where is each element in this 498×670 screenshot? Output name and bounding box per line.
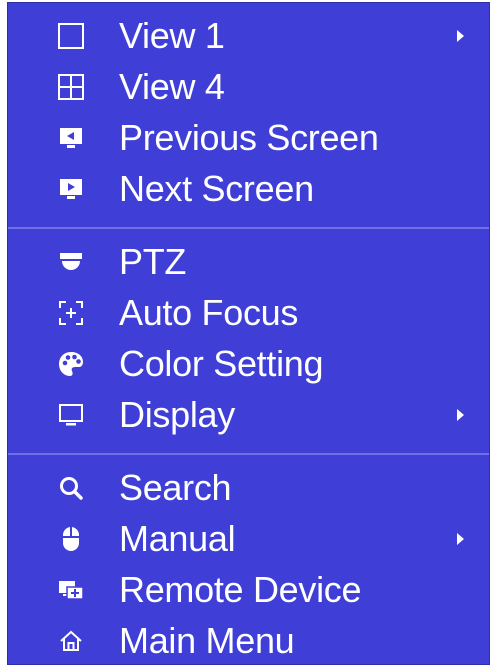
menu-group-camera: PTZ Auto Focus Color Setting Display — [8, 236, 489, 440]
home-icon — [57, 627, 85, 655]
menu-item-label: PTZ — [119, 240, 187, 282]
context-menu: View 1 View 4 Previous Screen Next Scree… — [7, 2, 490, 665]
submenu-arrow-icon — [457, 532, 464, 545]
auto-focus-icon — [57, 299, 85, 327]
menu-item-label: Search — [119, 466, 232, 508]
menu-item-label: View 1 — [119, 14, 225, 56]
menu-item-search[interactable]: Search — [8, 462, 489, 513]
previous-screen-icon — [57, 124, 85, 152]
menu-item-view-1[interactable]: View 1 — [8, 10, 489, 61]
menu-item-label: Manual — [119, 517, 236, 559]
menu-divider — [8, 453, 489, 455]
submenu-arrow-icon — [457, 29, 464, 42]
menu-item-label: Color Setting — [119, 342, 324, 384]
menu-divider — [8, 227, 489, 229]
menu-item-label: Next Screen — [119, 167, 314, 209]
remote-device-icon — [57, 576, 85, 604]
menu-item-remote-device[interactable]: Remote Device — [8, 564, 489, 615]
palette-icon — [57, 350, 85, 378]
menu-item-label: Main Menu — [119, 619, 295, 661]
ptz-camera-icon — [57, 248, 85, 276]
menu-item-main-menu[interactable]: Main Menu — [8, 615, 489, 666]
menu-item-manual[interactable]: Manual — [8, 513, 489, 564]
menu-item-label: View 4 — [119, 65, 225, 107]
menu-item-next-screen[interactable]: Next Screen — [8, 163, 489, 214]
menu-item-label: Auto Focus — [119, 291, 299, 333]
menu-item-previous-screen[interactable]: Previous Screen — [8, 112, 489, 163]
view-4-icon — [57, 73, 85, 101]
menu-item-label: Display — [119, 393, 235, 435]
monitor-icon — [57, 401, 85, 429]
mouse-icon — [57, 525, 85, 553]
menu-item-label: Remote Device — [119, 568, 362, 610]
view-1-icon — [57, 22, 85, 50]
menu-item-auto-focus[interactable]: Auto Focus — [8, 287, 489, 338]
menu-item-color-setting[interactable]: Color Setting — [8, 338, 489, 389]
submenu-arrow-icon — [457, 408, 464, 421]
search-icon — [57, 474, 85, 502]
menu-item-view-4[interactable]: View 4 — [8, 61, 489, 112]
menu-item-label: Previous Screen — [119, 116, 379, 158]
menu-group-view: View 1 View 4 Previous Screen Next Scree… — [8, 10, 489, 214]
next-screen-icon — [57, 175, 85, 203]
menu-item-ptz[interactable]: PTZ — [8, 236, 489, 287]
menu-item-display[interactable]: Display — [8, 389, 489, 440]
menu-group-system: Search Manual Remote Device Main Menu — [8, 462, 489, 666]
